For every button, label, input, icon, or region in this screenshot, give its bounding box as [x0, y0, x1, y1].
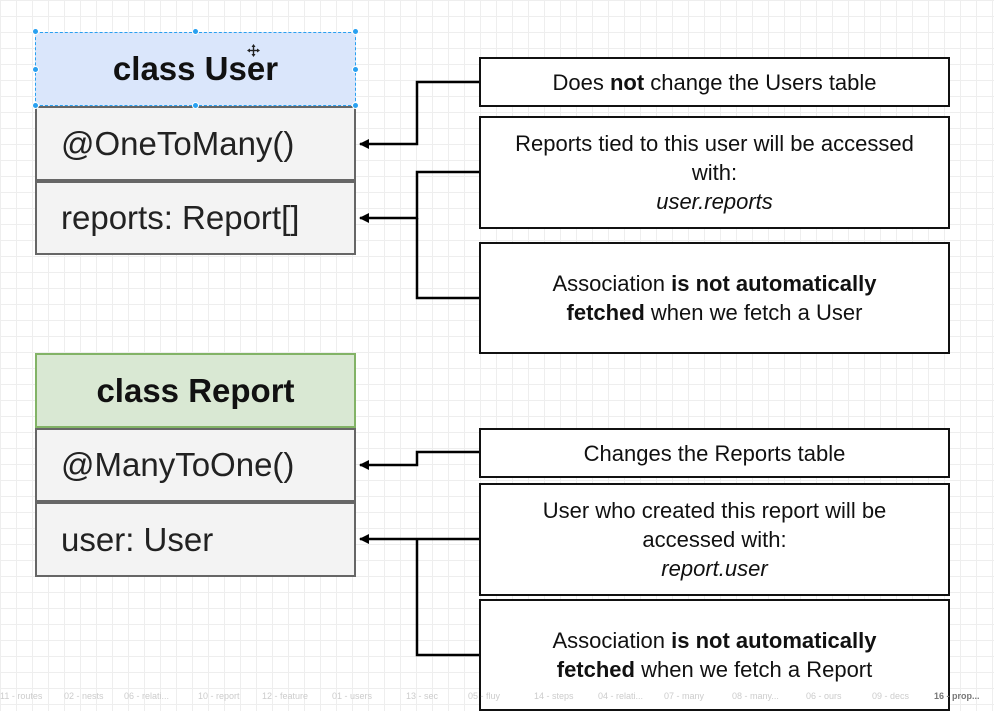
page-tabs-bar: 11 - routes 02 - nests 06 - relati... 10… — [0, 691, 994, 703]
report-class-field-user-text: user: User — [61, 520, 214, 558]
report-class-title: class Report — [96, 371, 295, 409]
resize-handle-right[interactable] — [352, 66, 359, 73]
resize-handle-left[interactable] — [32, 66, 39, 73]
user-class-field-decorator-text: @OneToMany() — [61, 124, 295, 162]
note-user-access[interactable]: User who created this report will be acc… — [479, 483, 950, 596]
note-reports-table[interactable]: Changes the Reports table — [479, 428, 950, 478]
user-class-field-reports[interactable]: reports: Report[] — [35, 181, 356, 255]
page-tab[interactable]: 07 - many — [664, 691, 704, 701]
page-tab[interactable]: 12 - feature — [262, 691, 308, 701]
note-text-bold: is not automatically — [671, 271, 877, 296]
connector-report-assoc-note[interactable] — [415, 539, 479, 657]
report-class-header[interactable]: class Report — [35, 353, 356, 428]
page-tab[interactable]: 02 - nests — [64, 691, 104, 701]
resize-handle-top-left[interactable] — [32, 28, 39, 35]
connector-users-table-note[interactable] — [359, 80, 479, 149]
note-user-association-line2: fetched when we fetch a User — [567, 298, 863, 327]
page-tab[interactable]: 04 - relati... — [598, 691, 643, 701]
connector-reports-access-note[interactable] — [359, 170, 479, 223]
note-text-bold: not — [609, 69, 645, 95]
user-class-header[interactable]: class User — [35, 32, 356, 106]
page-tab[interactable]: 06 - relati... — [124, 691, 169, 701]
note-text-bold: is not automatically — [671, 628, 877, 653]
resize-handle-bottom[interactable] — [192, 102, 199, 109]
diagram-canvas[interactable]: class User @OneToMany() reports: Report[… — [0, 0, 994, 711]
resize-handle-top-right[interactable] — [352, 28, 359, 35]
note-text-part: when we fetch a Report — [635, 657, 873, 682]
note-user-association[interactable]: Association is not automatically fetched… — [479, 242, 950, 354]
note-reports-access-line1: Reports tied to this user will be access… — [515, 131, 914, 156]
note-text-bold: fetched — [556, 657, 635, 682]
resize-handle-bottom-right[interactable] — [352, 102, 359, 109]
note-text-part: change the Users table — [644, 69, 877, 95]
move-cursor-icon — [247, 44, 260, 57]
page-tab[interactable]: 10 - report — [198, 691, 240, 701]
note-reports-access-line2: with: — [691, 160, 738, 185]
report-class-field-decorator[interactable]: @ManyToOne() — [35, 428, 356, 502]
note-text-bold: fetched — [566, 300, 645, 325]
note-user-access-code: report.user — [661, 556, 768, 581]
connector-reports-table-note[interactable] — [359, 450, 479, 470]
page-tab[interactable]: 05 - fluy — [468, 691, 500, 701]
note-report-association-line1: Association is not automatically — [552, 626, 876, 655]
note-text-part: when we fetch a User — [644, 300, 863, 325]
note-reports-access-code: user.reports — [656, 189, 773, 214]
connector-user-assoc-note[interactable] — [415, 218, 479, 300]
page-tab[interactable]: 06 - ours — [806, 691, 842, 701]
report-class-field-decorator-text: @ManyToOne() — [61, 446, 295, 483]
note-users-table[interactable]: Does not change the Users table — [479, 57, 950, 107]
note-users-table-text: Does not change the Users table — [552, 68, 876, 97]
page-tab[interactable]: 11 - routes — [0, 691, 42, 701]
note-user-access-line1: User who created this report will be — [542, 498, 887, 523]
note-user-association-line1: Association is not automatically — [552, 269, 876, 298]
note-text-part: Association — [552, 271, 672, 296]
report-class-field-user[interactable]: user: User — [35, 502, 356, 577]
user-class-field-decorator[interactable]: @OneToMany() — [35, 106, 356, 181]
page-tab[interactable]: 09 - decs — [872, 691, 909, 701]
page-tab[interactable]: 08 - many... — [732, 691, 779, 701]
note-report-association-line2: fetched when we fetch a Report — [557, 655, 873, 684]
resize-handle-bottom-left[interactable] — [32, 102, 39, 109]
note-user-access-line2: accessed with: — [642, 527, 787, 552]
resize-handle-top[interactable] — [192, 28, 199, 35]
page-tab[interactable]: 14 - steps — [534, 691, 574, 701]
note-text-part: Association — [552, 628, 672, 653]
user-class-field-reports-text: reports: Report[] — [61, 199, 300, 236]
page-tab[interactable]: 13 - sec — [406, 691, 438, 701]
note-text-part: Does — [552, 69, 610, 95]
page-tab-active[interactable]: 16 - prop... — [934, 691, 980, 701]
note-reports-table-text: Changes the Reports table — [583, 440, 846, 466]
page-tab[interactable]: 01 - users — [332, 691, 372, 701]
note-reports-access[interactable]: Reports tied to this user will be access… — [479, 116, 950, 229]
